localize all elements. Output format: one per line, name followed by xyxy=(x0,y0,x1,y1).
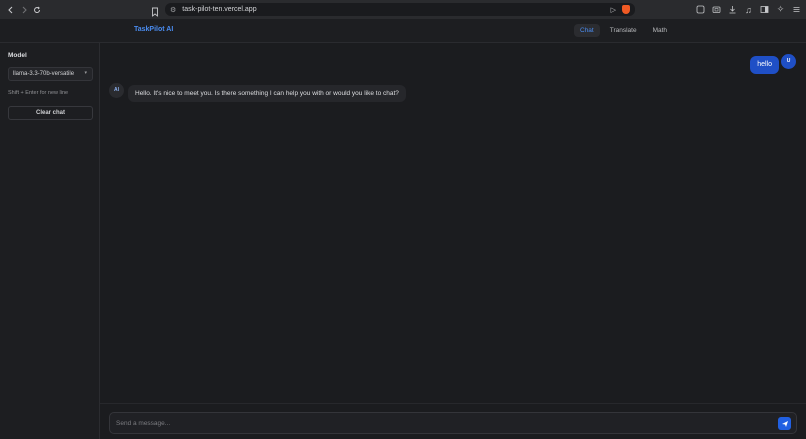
sidebar: Model llama-3.3-70b-versatile ▾ Shift + … xyxy=(0,43,100,439)
leo-ai-icon[interactable]: ✧ xyxy=(774,3,787,16)
browser-toolbar: ⚙ task-pilot-ten.vercel.app ▷ ♫ ✧ xyxy=(0,0,806,19)
site-settings-icon[interactable]: ⚙ xyxy=(170,6,176,14)
ai-avatar: AI xyxy=(109,83,124,98)
bookmark-icon[interactable] xyxy=(151,4,160,17)
address-bar-actions: ▷ xyxy=(611,5,630,14)
extensions-icon[interactable] xyxy=(694,3,707,16)
app-title[interactable]: TaskPilot AI xyxy=(134,26,173,33)
composer xyxy=(100,403,806,439)
send-button[interactable] xyxy=(778,417,791,430)
tab-translate[interactable]: Translate xyxy=(604,24,643,37)
app-header: TaskPilot AI Chat Translate Math xyxy=(0,19,806,43)
chat-messages: hello U AI Hello. It's nice to meet you.… xyxy=(100,43,806,403)
message-input[interactable] xyxy=(116,418,756,429)
wallet-icon[interactable] xyxy=(710,3,723,16)
model-select-value: llama-3.3-70b-versatile xyxy=(13,71,75,77)
address-bar[interactable]: ⚙ task-pilot-ten.vercel.app ▷ xyxy=(165,3,635,16)
nav-buttons xyxy=(4,3,43,16)
user-avatar: U xyxy=(781,54,796,69)
url-text: task-pilot-ten.vercel.app xyxy=(182,6,257,13)
model-select[interactable]: llama-3.3-70b-versatile ▾ xyxy=(8,67,93,81)
music-icon[interactable]: ♫ xyxy=(742,3,755,16)
browser-tools: ♫ ✧ xyxy=(694,3,803,16)
mode-tabs: Chat Translate Math xyxy=(574,24,673,37)
ai-message-bubble: Hello. It's nice to meet you. Is there s… xyxy=(128,85,406,102)
brave-shields-icon[interactable] xyxy=(622,5,630,14)
menu-icon[interactable] xyxy=(790,3,803,16)
tab-chat[interactable]: Chat xyxy=(574,24,600,37)
media-play-icon[interactable]: ▷ xyxy=(611,6,616,14)
clear-chat-button[interactable]: Clear chat xyxy=(8,106,93,120)
message-input-box xyxy=(109,412,797,434)
back-icon[interactable] xyxy=(4,3,17,16)
download-icon[interactable] xyxy=(726,3,739,16)
sidebar-toggle-icon[interactable] xyxy=(758,3,771,16)
send-icon xyxy=(781,420,788,427)
user-message-bubble: hello xyxy=(750,56,779,74)
tab-math[interactable]: Math xyxy=(647,24,673,37)
chevron-down-icon: ▾ xyxy=(84,70,87,76)
forward-icon[interactable] xyxy=(17,3,30,16)
model-label: Model xyxy=(8,52,27,59)
reload-icon[interactable] xyxy=(30,3,43,16)
newline-hint: Shift + Enter for new line xyxy=(8,90,69,96)
